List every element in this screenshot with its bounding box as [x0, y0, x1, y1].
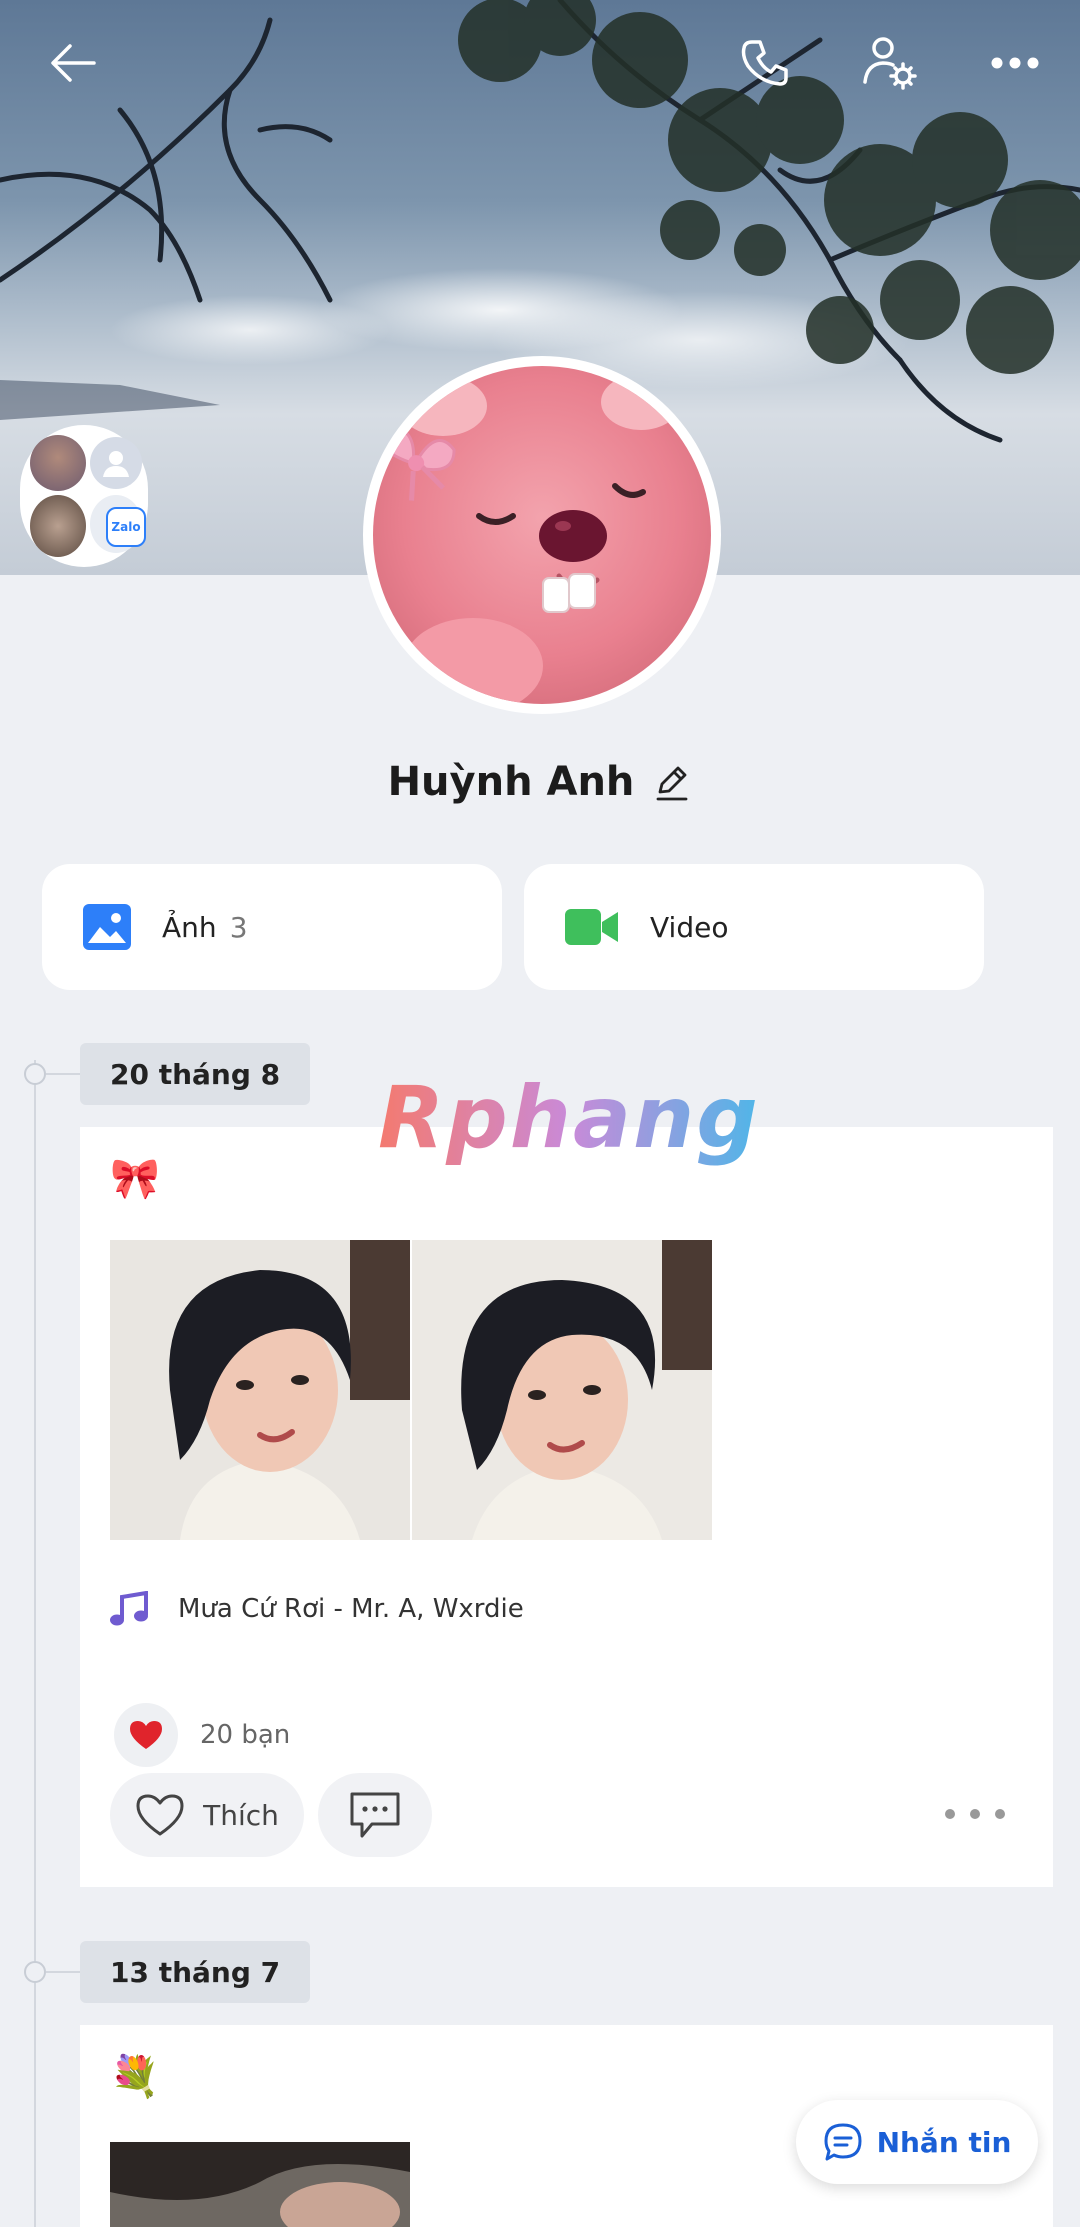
- send-message-button[interactable]: Nhắn tin: [796, 2100, 1038, 2184]
- like-button[interactable]: Thích: [110, 1773, 304, 1857]
- dot: [970, 1809, 980, 1819]
- comment-button[interactable]: [318, 1773, 432, 1857]
- pencil-icon[interactable]: [652, 762, 692, 802]
- video-camera-icon: [565, 909, 618, 945]
- user-settings-icon: [863, 37, 917, 90]
- timeline-connector: [46, 1971, 80, 1973]
- selfie-photo-graphic: [110, 1240, 410, 1540]
- red-heart-icon: [130, 1721, 162, 1749]
- music-title: Mưa Cứ Rơi - Mr. A, Wxrdie: [178, 1594, 524, 1624]
- video-button[interactable]: Video: [524, 864, 984, 990]
- profile-name: Huỳnh Anh: [387, 759, 635, 805]
- photos-count: 3: [229, 910, 248, 944]
- timeline-line: [34, 1060, 36, 2227]
- profile-settings-button[interactable]: [855, 28, 925, 98]
- person-icon: [103, 451, 129, 477]
- post-caption-emoji: 💐: [110, 2054, 160, 2100]
- photos-button[interactable]: Ảnh 3: [42, 864, 502, 990]
- profile-name-row: Huỳnh Anh: [0, 752, 1080, 812]
- music-note-icon: [110, 1591, 148, 1626]
- like-label: Thích: [203, 1798, 279, 1832]
- send-message-label: Nhắn tin: [876, 2125, 1012, 2159]
- post-caption-emoji: 🎀: [110, 1156, 160, 1202]
- arrow-left-icon: [51, 44, 96, 82]
- selfie-photo-graphic: [412, 1240, 712, 1540]
- post-date-chip: 13 tháng 7: [80, 1941, 311, 2003]
- watermark: Rphang: [378, 1068, 760, 1168]
- reactions-summary[interactable]: 20 bạn: [114, 1703, 290, 1767]
- post-photo[interactable]: [412, 1240, 712, 1540]
- timeline-dot: [24, 1063, 46, 1085]
- more-options-button[interactable]: [980, 28, 1050, 98]
- video-label: Video: [650, 910, 729, 944]
- dot: [995, 1809, 1005, 1819]
- pink-beaver-avatar-graphic: [380, 374, 681, 704]
- photo-graphic: [110, 2142, 410, 2227]
- post-photo[interactable]: [110, 2142, 410, 2227]
- phone-icon: [741, 40, 788, 86]
- timeline-connector: [46, 1073, 80, 1075]
- post-date-chip: 20 tháng 8: [80, 1043, 311, 1105]
- heart-outline-icon: [136, 1794, 184, 1836]
- default-avatar-thumbnail: [90, 437, 142, 489]
- profile-avatar[interactable]: [363, 356, 721, 714]
- back-button[interactable]: [38, 28, 108, 98]
- photos-label: Ảnh: [162, 910, 217, 944]
- reaction-bubble: [114, 1703, 178, 1767]
- reaction-count: 20 bạn: [200, 1720, 291, 1750]
- call-button[interactable]: [730, 28, 800, 98]
- dot: [945, 1809, 955, 1819]
- timeline-dot: [24, 1961, 46, 1983]
- image-icon: [83, 904, 131, 950]
- comment-icon: [350, 1792, 400, 1838]
- chat-bubble-icon: [824, 2123, 862, 2161]
- more-horizontal-icon: [991, 57, 1039, 69]
- album-thumbnail: [30, 435, 86, 491]
- album-thumbnail: [30, 495, 86, 557]
- avatar-image: [373, 366, 711, 704]
- zalo-badge: Zalo: [106, 507, 146, 547]
- post-more-button[interactable]: [945, 1799, 1005, 1829]
- album-cluster[interactable]: Zalo: [20, 425, 148, 567]
- post-photo[interactable]: [110, 1240, 410, 1540]
- music-row[interactable]: Mưa Cứ Rơi - Mr. A, Wxrdie: [110, 1591, 524, 1627]
- post-card: 🎀 Mưa Cứ Rơi - Mr. A, Wxrdie 20 bạn Thíc…: [80, 1127, 1053, 1887]
